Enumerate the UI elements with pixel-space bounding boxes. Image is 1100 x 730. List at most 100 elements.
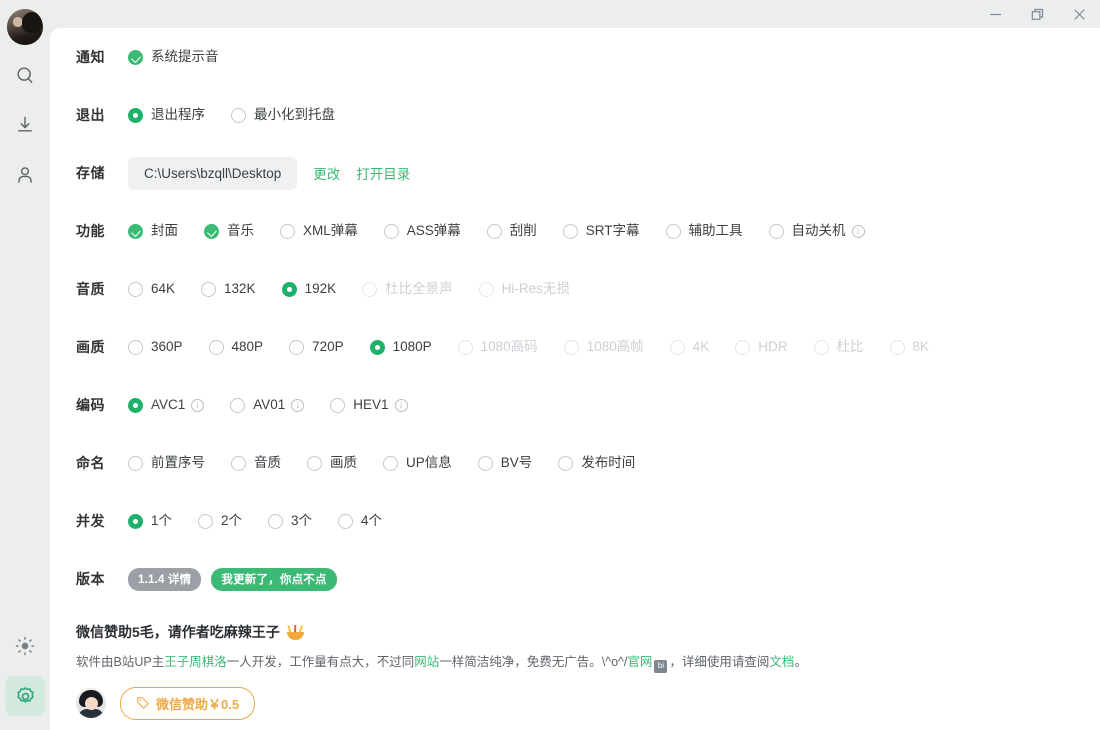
option-ASS弹幕[interactable]: ASS弹幕 (383, 223, 461, 239)
radio-unselected-icon (362, 281, 378, 297)
option-label: 3个 (291, 513, 313, 529)
option-画质[interactable]: 画质 (307, 455, 357, 471)
update-pill[interactable]: 我更新了，你点不点 (211, 567, 337, 591)
radio-selected-icon (281, 281, 297, 297)
info-icon[interactable]: i (394, 398, 408, 412)
option-label: 1080高码 (480, 339, 538, 355)
option-label: HDR (758, 339, 788, 355)
change-path-link[interactable]: 更改 (313, 163, 340, 183)
row-body-audio-quality: 64K 132K 192K 杜比全景声 Hi-Res无损 (128, 281, 570, 297)
settings-icon[interactable] (5, 676, 45, 716)
option-360P[interactable]: 360P (128, 339, 183, 355)
option-label: 64K (151, 281, 176, 297)
option-音质[interactable]: 音质 (231, 455, 281, 471)
download-icon[interactable] (5, 105, 45, 145)
option-192K[interactable]: 192K (281, 281, 336, 297)
option-2个[interactable]: 2个 (198, 513, 242, 529)
close-icon[interactable] (1058, 0, 1100, 28)
option-480P[interactable]: 480P (208, 339, 263, 355)
donate-description: 软件由B站UP主王子周棋洛一人开发，工作量有点大，不过同网站一样简洁纯净，免费无… (66, 653, 1100, 673)
radio-unselected-icon (330, 397, 346, 413)
option-AVC1[interactable]: AVC1 i (128, 397, 205, 413)
option-label: AV01 (253, 397, 286, 413)
user-icon[interactable] (5, 155, 45, 195)
settings-row-audio-quality: 音质 64K 132K 192K 杜比全景声 Hi-Res无损 (66, 260, 1100, 318)
option-label: 音乐 (227, 223, 254, 239)
minimize-icon[interactable] (974, 0, 1016, 28)
option-UP信息[interactable]: UP信息 (383, 455, 452, 471)
option-label: BV号 (500, 455, 533, 471)
docs-link[interactable]: 文档 (769, 655, 794, 669)
storage-path-input[interactable]: C:\Users\bzqll\Desktop (128, 156, 298, 190)
radio-unselected-icon (383, 455, 398, 471)
option-自动关机[interactable]: 自动关机 i (768, 223, 865, 239)
option-发布时间[interactable]: 发布时间 (558, 455, 636, 471)
option-label: 4K (692, 339, 710, 355)
radio-selected-icon (369, 339, 385, 355)
option-SRT字幕[interactable]: SRT字幕 (562, 223, 640, 239)
version-detail-pill[interactable]: 1.1.4 详情 (128, 567, 202, 591)
row-label-concurrency: 并发 (76, 513, 105, 529)
option-刮削[interactable]: 刮削 (486, 223, 537, 239)
official-site-link[interactable]: 官网 (627, 655, 652, 669)
author-link[interactable]: 王子周棋洛 (164, 655, 227, 669)
author-avatar[interactable] (76, 688, 106, 718)
option-label: Hi-Res无损 (501, 281, 570, 297)
row-body-exit: 退出程序 最小化到托盘 (128, 107, 335, 123)
option-label: 132K (224, 281, 256, 297)
desc-part-3: 一样简洁纯净，免费无广告。\^o^/ (439, 655, 628, 669)
option-音乐[interactable]: 音乐 (204, 223, 254, 239)
wechat-donate-button[interactable]: 微信赞助￥0.5 (120, 686, 256, 720)
option-4K: 4K (669, 339, 710, 355)
option-1080高帧: 1080高帧 (563, 339, 644, 355)
restore-icon[interactable] (1016, 0, 1058, 28)
info-icon[interactable]: i (291, 398, 305, 412)
option-系统提示音[interactable]: 系统提示音 (128, 49, 219, 65)
user-avatar[interactable] (7, 9, 43, 45)
site-link[interactable]: 网站 (414, 655, 439, 669)
radio-unselected-icon (289, 339, 305, 355)
option-label: 8K (912, 339, 930, 355)
row-label-video-quality: 画质 (76, 339, 105, 355)
option-HEV1[interactable]: HEV1 i (330, 397, 408, 413)
info-icon[interactable]: i (191, 398, 205, 412)
donate-button-label: 微信赞助￥0.5 (156, 696, 240, 712)
option-1个[interactable]: 1个 (128, 513, 172, 529)
open-directory-link[interactable]: 打开目录 (356, 163, 410, 183)
radio-unselected-icon (338, 513, 354, 529)
radio-unselected-icon (383, 223, 399, 239)
option-132K[interactable]: 132K (201, 281, 256, 297)
option-label: 360P (151, 339, 183, 355)
left-rail (0, 0, 50, 730)
row-label-exit: 退出 (76, 107, 105, 123)
search-icon[interactable] (5, 55, 45, 95)
option-label: 最小化到托盘 (254, 107, 335, 123)
radio-unselected-icon (768, 223, 784, 239)
radio-unselected-icon (198, 513, 214, 529)
settings-content: 通知 系统提示音 退出 退出程序 最小化到托盘 存储 C:\Users\bzqll… (50, 28, 1100, 720)
app-window: 通知 系统提示音 退出 退出程序 最小化到托盘 存储 C:\Users\bzqll… (0, 0, 1100, 730)
option-3个[interactable]: 3个 (268, 513, 313, 529)
option-辅助工具[interactable]: 辅助工具 (665, 223, 743, 239)
option-BV号[interactable]: BV号 (477, 455, 533, 471)
info-icon[interactable]: i (851, 224, 865, 238)
option-最小化到托盘[interactable]: 最小化到托盘 (231, 107, 335, 123)
option-AV01[interactable]: AV01 i (230, 397, 305, 413)
option-720P[interactable]: 720P (289, 339, 344, 355)
option-前置序号[interactable]: 前置序号 (128, 455, 205, 471)
option-封面[interactable]: 封面 (128, 223, 178, 239)
desc-part-1: 软件由B站UP主 (76, 655, 165, 669)
option-8K: 8K (889, 339, 930, 355)
bilibili-badge-icon[interactable]: bi (654, 659, 668, 673)
option-4个[interactable]: 4个 (338, 513, 382, 529)
option-label: 刮削 (509, 223, 537, 239)
option-64K[interactable]: 64K (128, 281, 176, 297)
row-label-codec: 编码 (76, 397, 105, 413)
settings-row-exit: 退出 退出程序 最小化到托盘 (66, 86, 1100, 144)
option-label: 发布时间 (581, 455, 636, 471)
row-body-storage: C:\Users\bzqll\Desktop 更改 打开目录 (128, 156, 410, 190)
option-1080P[interactable]: 1080P (369, 339, 432, 355)
theme-icon[interactable] (5, 626, 45, 666)
option-XML弹幕[interactable]: XML弹幕 (280, 223, 358, 239)
option-退出程序[interactable]: 退出程序 (128, 107, 205, 123)
